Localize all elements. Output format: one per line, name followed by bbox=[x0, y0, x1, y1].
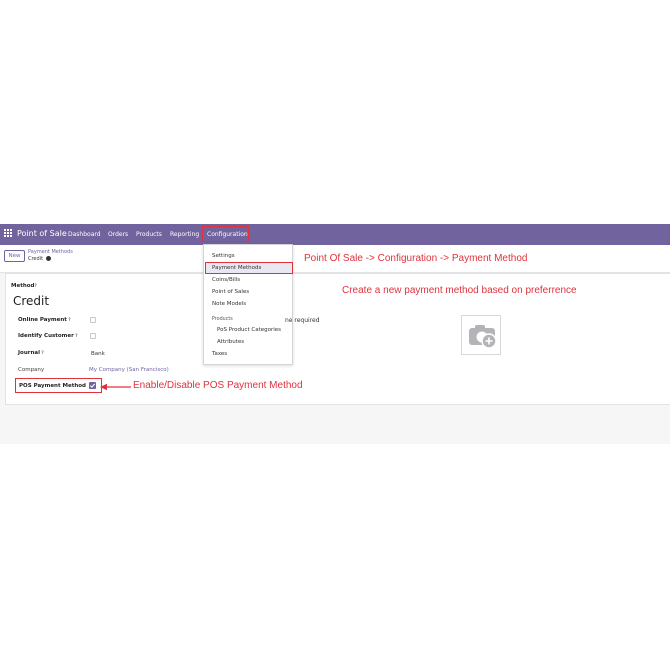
dropdown-point-of-sales[interactable]: Point of Sales bbox=[212, 289, 249, 295]
menu-orders[interactable]: Orders bbox=[108, 231, 128, 238]
company-label: Company bbox=[18, 367, 45, 373]
menu-reporting[interactable]: Reporting bbox=[170, 231, 199, 238]
configuration-highlight bbox=[202, 226, 249, 242]
dropdown-pos-product-categories[interactable]: PoS Product Categories bbox=[217, 327, 281, 333]
dropdown-settings[interactable]: Settings bbox=[212, 253, 235, 259]
dropdown-products-header: Products bbox=[212, 317, 233, 322]
journal-text: Journal bbox=[18, 350, 40, 356]
breadcrumb-parent[interactable]: Payment Methods bbox=[28, 249, 73, 255]
journal-field[interactable]: Bank bbox=[91, 351, 105, 357]
camera-plus-icon bbox=[469, 325, 497, 349]
breadcrumb-current: Credit bbox=[28, 256, 51, 262]
dropdown-attributes[interactable]: Attributes bbox=[217, 339, 244, 345]
annotation-enable-disable: Enable/Disable POS Payment Method bbox=[133, 380, 303, 391]
online-payment-checkbox[interactable] bbox=[90, 317, 96, 323]
menu-products[interactable]: Products bbox=[136, 231, 162, 238]
identify-customer-checkbox[interactable] bbox=[90, 333, 96, 339]
top-navbar: Point of Sale Dashboard Orders Products … bbox=[0, 224, 670, 245]
pos-payment-method-highlight bbox=[15, 378, 102, 393]
partial-hidden-text: ne required bbox=[285, 317, 320, 324]
online-payment-label: Online Payment ? bbox=[18, 317, 71, 323]
configuration-dropdown: Settings Payment Methods Coins/Bills Poi… bbox=[203, 244, 293, 365]
dropdown-payment-methods[interactable]: Payment Methods bbox=[212, 265, 261, 271]
menu-dashboard[interactable]: Dashboard bbox=[68, 231, 101, 238]
gear-icon[interactable] bbox=[45, 256, 51, 261]
breadcrumb-current-label: Credit bbox=[28, 256, 44, 262]
dropdown-coins-bills[interactable]: Coins/Bills bbox=[212, 277, 240, 283]
method-label: Method? bbox=[11, 283, 37, 289]
method-name[interactable]: Credit bbox=[13, 294, 49, 308]
annotation-arrow-icon bbox=[100, 383, 131, 391]
identify-customer-label: Identify Customer ? bbox=[18, 333, 78, 339]
dropdown-taxes[interactable]: Taxes bbox=[212, 351, 227, 357]
identify-customer-text: Identify Customer bbox=[18, 333, 74, 339]
new-button[interactable]: New bbox=[4, 250, 25, 262]
online-payment-text: Online Payment bbox=[18, 317, 67, 323]
app-brand[interactable]: Point of Sale bbox=[17, 229, 67, 238]
apps-grid-icon[interactable] bbox=[4, 229, 12, 237]
annotation-create-method: Create a new payment method based on pre… bbox=[342, 285, 577, 296]
image-placeholder[interactable] bbox=[461, 315, 501, 355]
method-label-text: Method bbox=[11, 283, 35, 289]
company-field[interactable]: My Company (San Francisco) bbox=[89, 367, 169, 373]
dropdown-note-models[interactable]: Note Models bbox=[212, 301, 246, 307]
annotation-menu-path: Point Of Sale -> Configuration -> Paymen… bbox=[304, 253, 528, 264]
journal-label: Journal ? bbox=[18, 350, 44, 356]
